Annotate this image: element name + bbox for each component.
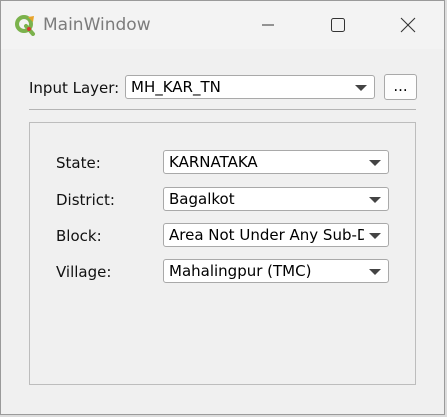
village-combo[interactable]: Mahalingpur (TMC)	[163, 259, 389, 283]
chevron-down-icon	[355, 85, 367, 91]
village-value: Mahalingpur (TMC)	[169, 262, 312, 280]
maximize-icon	[331, 18, 345, 32]
chevron-down-icon	[369, 269, 381, 275]
close-button[interactable]	[380, 1, 436, 49]
state-combo[interactable]: KARNATAKA	[163, 150, 389, 174]
chevron-down-icon	[369, 233, 381, 239]
block-value: Area Not Under Any Sub-D	[169, 226, 364, 244]
minimize-button[interactable]	[240, 1, 296, 49]
state-value: KARNATAKA	[169, 153, 258, 171]
qgis-logo-icon	[15, 15, 35, 36]
title-bar[interactable]: MainWindow	[1, 1, 444, 49]
maximize-button[interactable]	[310, 1, 366, 49]
input-layer-value: MH_KAR_TN	[131, 78, 221, 96]
separator-line	[29, 109, 416, 110]
state-label: State:	[56, 154, 101, 172]
minimize-icon	[262, 24, 274, 26]
district-value: Bagalkot	[169, 190, 235, 208]
input-layer-combo[interactable]: MH_KAR_TN	[125, 75, 375, 99]
block-combo[interactable]: Area Not Under Any Sub-D	[163, 223, 389, 247]
chevron-down-icon	[369, 160, 381, 166]
main-window: MainWindow Input Layer: MH_KAR_TN ... St…	[0, 0, 445, 415]
chevron-down-icon	[369, 197, 381, 203]
input-layer-label: Input Layer:	[29, 79, 120, 97]
block-label: Block:	[56, 227, 102, 245]
district-label: District:	[56, 191, 115, 209]
district-combo[interactable]: Bagalkot	[163, 187, 389, 211]
close-icon	[400, 17, 416, 33]
browse-button[interactable]: ...	[384, 74, 417, 100]
window-title: MainWindow	[43, 15, 151, 35]
village-label: Village:	[56, 263, 112, 281]
